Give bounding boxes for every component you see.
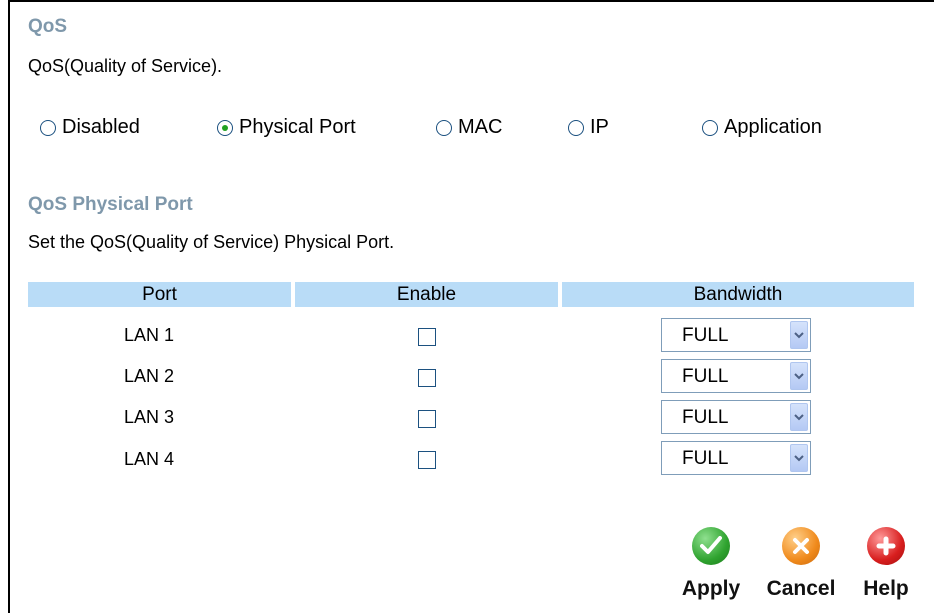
bandwidth-select[interactable]: FULL [661, 359, 811, 393]
cancel-label: Cancel [766, 577, 836, 600]
radio-label: Physical Port [239, 116, 356, 138]
bandwidth-value: FULL [682, 366, 729, 387]
radio-button[interactable] [568, 119, 584, 136]
bandwidth-select[interactable]: FULL [661, 441, 811, 475]
radio-button[interactable] [40, 119, 56, 136]
physical-port-description: Set the QoS(Quality of Service) Physical… [28, 232, 395, 252]
enable-checkbox[interactable] [418, 410, 436, 428]
radio-button[interactable] [436, 119, 452, 136]
column-header-port: Port [28, 282, 291, 307]
radio-mac[interactable]: MAC [436, 116, 502, 139]
port-label: LAN 1 [124, 325, 175, 345]
bandwidth-value: FULL [682, 407, 729, 428]
x-icon [782, 527, 820, 565]
port-label: LAN 4 [124, 449, 175, 469]
chevron-down-icon[interactable] [790, 362, 808, 390]
bandwidth-select[interactable]: FULL [661, 318, 811, 352]
radio-selected-dot [222, 124, 228, 131]
radio-label: IP [590, 116, 609, 138]
qos-description: QoS(Quality of Service). [28, 56, 223, 76]
port-label: LAN 2 [124, 366, 175, 386]
chevron-down-icon[interactable] [790, 444, 808, 472]
enable-checkbox[interactable] [418, 451, 436, 469]
chevron-down-icon[interactable] [790, 321, 808, 349]
radio-label: Application [724, 116, 822, 138]
cancel-button[interactable]: Cancel [756, 527, 846, 607]
radio-label: Disabled [62, 116, 140, 138]
radio-disabled[interactable]: Disabled [40, 116, 140, 139]
column-header-enable: Enable [295, 282, 558, 307]
physical-port-title: QoS Physical Port [28, 194, 193, 215]
apply-button[interactable]: Apply [666, 527, 756, 607]
radio-button[interactable] [217, 119, 233, 136]
radio-label: MAC [458, 116, 503, 138]
radio-application[interactable]: Application [702, 116, 822, 139]
enable-checkbox[interactable] [418, 328, 436, 346]
bandwidth-value: FULL [682, 325, 729, 346]
port-label: LAN 3 [124, 407, 175, 427]
qos-title: QoS [28, 16, 68, 37]
column-header-bandwidth: Bandwidth [562, 282, 914, 307]
help-button[interactable]: Help [841, 527, 931, 607]
bandwidth-select[interactable]: FULL [661, 400, 811, 434]
plus-icon [867, 527, 905, 565]
help-label: Help [863, 577, 909, 600]
radio-button[interactable] [702, 119, 718, 136]
enable-checkbox[interactable] [418, 369, 436, 387]
chevron-down-icon[interactable] [790, 403, 808, 431]
radio-physical-port[interactable]: Physical Port [217, 116, 356, 139]
apply-label: Apply [681, 577, 741, 600]
qos-mode-radio-group: Disabled Physical Port MAC IP Applicatio… [40, 116, 900, 140]
bandwidth-value: FULL [682, 448, 729, 469]
radio-ip[interactable]: IP [568, 116, 609, 139]
check-icon [692, 527, 730, 565]
